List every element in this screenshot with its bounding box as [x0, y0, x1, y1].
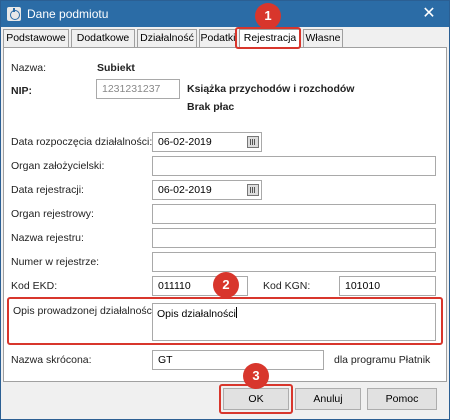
- title-bar: Dane podmiotu ✕: [1, 1, 449, 27]
- kod-ekd-label: Kod EKD:: [11, 280, 58, 292]
- organ-zalozycielski-field[interactable]: [152, 156, 436, 176]
- tab-dzialalnosc[interactable]: Działalność: [137, 29, 197, 47]
- step-badge-1: 1: [255, 3, 281, 29]
- data-rozpoczecia-field[interactable]: 06-02-2019: [152, 132, 262, 152]
- opis-dzialalnosci-textarea[interactable]: Opis działalności: [152, 303, 436, 341]
- data-rejestracji-label: Data rejestracji:: [11, 184, 84, 196]
- data-rozpoczecia-value: 06-02-2019: [158, 136, 212, 148]
- tab-rejestracja[interactable]: Rejestracja: [239, 29, 301, 48]
- cancel-button[interactable]: Anuluj: [295, 388, 361, 410]
- data-rejestracji-value: 06-02-2019: [158, 184, 212, 196]
- help-button[interactable]: Pomoc: [367, 388, 437, 410]
- data-rozpoczecia-label: Data rozpoczęcia działalności:: [11, 136, 153, 148]
- dialog-window: Dane podmiotu ✕ Podstawowe Dodatkowe Dzi…: [0, 0, 450, 420]
- organ-rejestrowy-label: Organ rejestrowy:: [11, 208, 94, 220]
- nazwa-skrocona-label: Nazwa skrócona:: [11, 354, 92, 366]
- calendar-icon[interactable]: [247, 184, 259, 196]
- step-badge-2: 2: [213, 272, 239, 298]
- ksiegowosc-info: Książka przychodów i rozchodów: [187, 83, 355, 95]
- tab-podstawowe[interactable]: Podstawowe: [3, 29, 69, 47]
- kod-kgn-label: Kod KGN:: [263, 280, 311, 292]
- numer-w-rejestrze-label: Numer w rejestrze:: [11, 256, 100, 268]
- window-title: Dane podmiotu: [27, 7, 109, 21]
- numer-w-rejestrze-field[interactable]: [152, 252, 436, 272]
- nazwa-value: Subiekt: [97, 62, 135, 74]
- nazwa-rejestru-field[interactable]: [152, 228, 436, 248]
- data-rejestracji-field[interactable]: 06-02-2019: [152, 180, 262, 200]
- opis-dzialalnosci-label: Opis prowadzonej działalności:: [13, 305, 158, 317]
- kod-kgn-field[interactable]: 101010: [339, 276, 436, 296]
- nazwa-rejestru-label: Nazwa rejestru:: [11, 232, 84, 244]
- nip-label: NIP:: [11, 85, 32, 97]
- opis-dzialalnosci-value: Opis działalności: [157, 308, 236, 320]
- organ-zalozycielski-label: Organ założycielski:: [11, 160, 105, 172]
- nazwa-skrocona-field[interactable]: GT: [152, 350, 324, 370]
- nazwa-label: Nazwa:: [11, 62, 47, 74]
- step-badge-3: 3: [243, 363, 269, 389]
- ok-button[interactable]: OK: [223, 388, 289, 410]
- organ-rejestrowy-field[interactable]: [152, 204, 436, 224]
- close-button[interactable]: ✕: [419, 4, 439, 24]
- tab-wlasne[interactable]: Własne: [303, 29, 343, 47]
- tab-dodatkowe[interactable]: Dodatkowe: [71, 29, 135, 47]
- text-caret: [235, 307, 237, 318]
- platnik-note: dla programu Płatnik: [334, 354, 431, 366]
- app-icon: [7, 7, 21, 21]
- tab-podatki[interactable]: Podatki: [199, 29, 237, 47]
- place-info: Brak płac: [187, 101, 235, 113]
- calendar-icon[interactable]: [247, 136, 259, 148]
- nip-field: 1231231237: [96, 79, 180, 99]
